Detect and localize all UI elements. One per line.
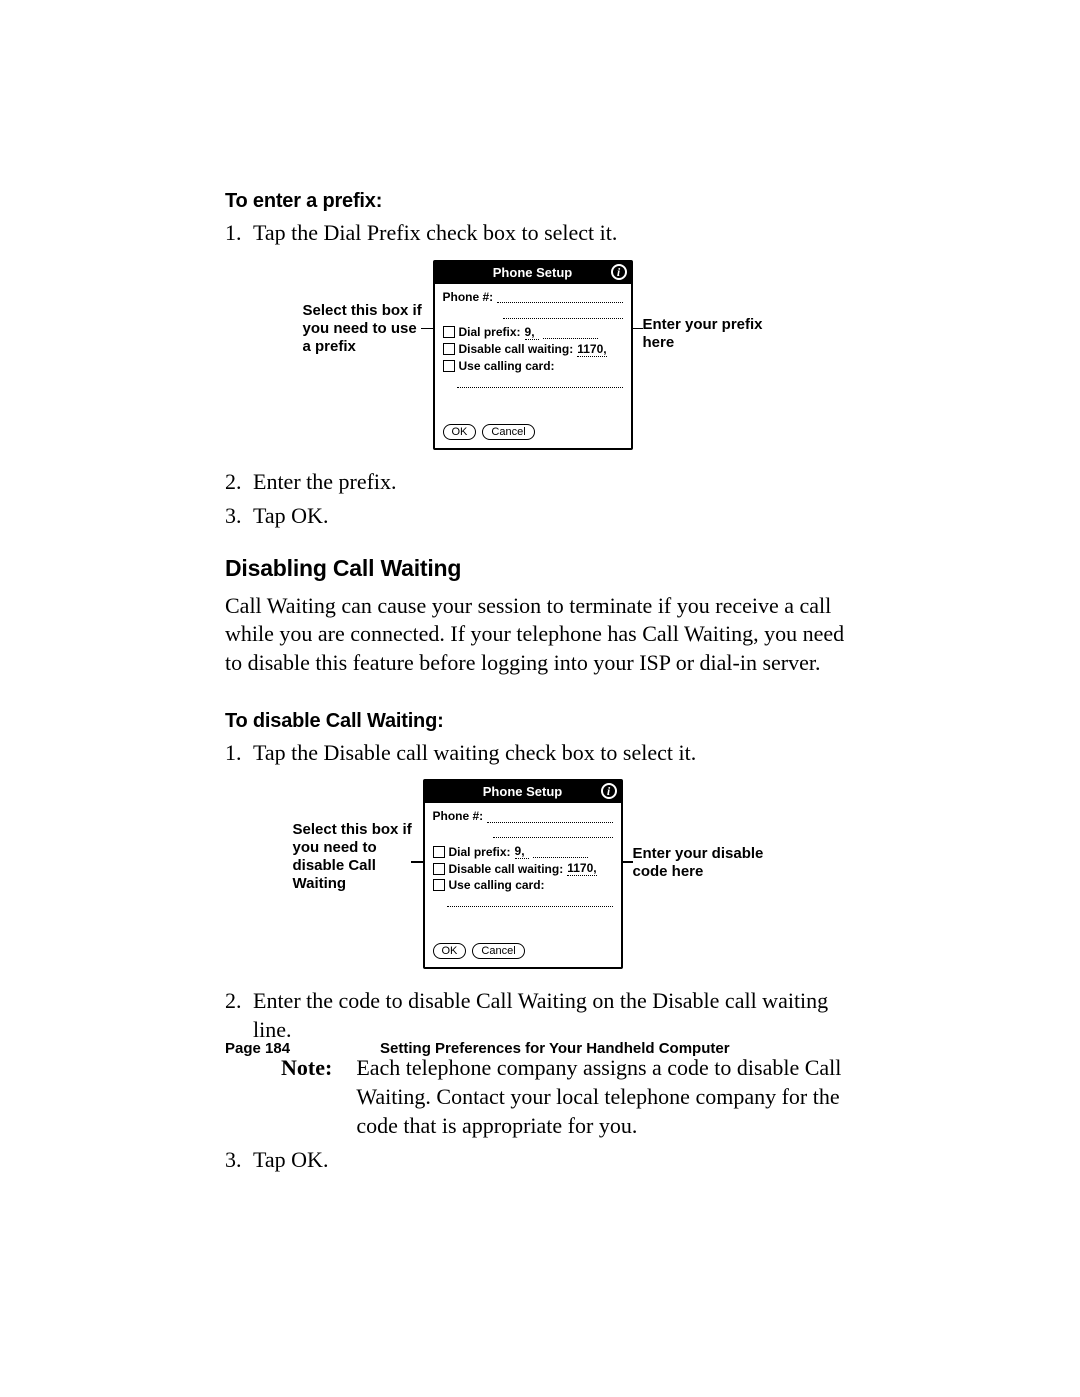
note-body: Each telephone company assigns a code to… bbox=[356, 1054, 860, 1140]
disable-call-waiting-checkbox[interactable] bbox=[443, 343, 455, 355]
dial-prefix-value[interactable]: 9, bbox=[525, 325, 539, 340]
disable-steps-list: 1.Tap the Disable call waiting check box… bbox=[225, 739, 860, 768]
dialog-body: Phone #: Dial prefix: 9, Disable call wa… bbox=[425, 803, 621, 907]
step-item: 3.Tap OK. bbox=[225, 1146, 860, 1175]
use-calling-card-checkbox[interactable] bbox=[433, 879, 445, 891]
phone-number-field[interactable] bbox=[487, 810, 612, 823]
note-label: Note: bbox=[281, 1054, 332, 1140]
calling-card-field[interactable] bbox=[457, 375, 623, 388]
step-text: Tap OK. bbox=[253, 1147, 328, 1172]
callout-left: Select this box if you need to use a pre… bbox=[303, 302, 423, 356]
figure-2: Select this box if you need to disable C… bbox=[225, 779, 860, 969]
dial-prefix-checkbox[interactable] bbox=[433, 846, 445, 858]
disable-call-waiting-value[interactable]: 1170, bbox=[577, 342, 606, 357]
step-text: Tap the Disable call waiting check box t… bbox=[253, 740, 696, 765]
step-text: Enter the code to disable Call Waiting o… bbox=[253, 988, 828, 1042]
dial-prefix-value[interactable]: 9, bbox=[515, 844, 529, 859]
prefix-steps-list-cont: 2.Enter the prefix. 3.Tap OK. bbox=[225, 468, 860, 531]
dialog-body: Phone #: Dial prefix: 9, Disable call wa… bbox=[435, 284, 631, 388]
step-text: Tap OK. bbox=[253, 503, 328, 528]
callout-left: Select this box if you need to disable C… bbox=[293, 821, 413, 893]
prefix-steps-list: 1.Tap the Dial Prefix check box to selec… bbox=[225, 219, 860, 248]
ok-button[interactable]: OK bbox=[443, 424, 477, 440]
use-calling-card-label: Use calling card: bbox=[459, 359, 555, 373]
dial-prefix-checkbox[interactable] bbox=[443, 326, 455, 338]
cancel-button[interactable]: Cancel bbox=[472, 943, 524, 959]
step-item: 3.Tap OK. bbox=[225, 502, 860, 531]
call-waiting-intro: Call Waiting can cause your session to t… bbox=[225, 592, 860, 678]
disable-steps-list-cont: 2.Enter the code to disable Call Waiting… bbox=[225, 987, 860, 1175]
phone-setup-dialog: Phone Setup i Phone #: Dial prefix: 9, bbox=[423, 779, 623, 969]
dialog-title: Phone Setup bbox=[493, 265, 572, 280]
info-icon[interactable]: i bbox=[611, 264, 627, 280]
heading-disabling-call-waiting: Disabling Call Waiting bbox=[225, 555, 860, 582]
phone-number-label: Phone #: bbox=[443, 290, 494, 304]
ok-button[interactable]: OK bbox=[433, 943, 467, 959]
phone-number-label: Phone #: bbox=[433, 809, 484, 823]
callout-right: Enter your prefix here bbox=[643, 316, 783, 352]
phone-number-field-2[interactable] bbox=[503, 306, 623, 319]
phone-setup-dialog: Phone Setup i Phone #: Dial prefix: 9, bbox=[433, 260, 633, 450]
dial-prefix-label: Dial prefix: bbox=[449, 845, 511, 859]
calling-card-field[interactable] bbox=[447, 894, 613, 907]
step-item: 2.Enter the prefix. bbox=[225, 468, 860, 497]
disable-call-waiting-label: Disable call waiting: bbox=[449, 862, 564, 876]
step-item: 1.Tap the Dial Prefix check box to selec… bbox=[225, 219, 860, 248]
dial-prefix-field[interactable] bbox=[543, 326, 598, 339]
heading-to-disable: To disable Call Waiting: bbox=[225, 710, 860, 733]
chapter-title: Setting Preferences for Your Handheld Co… bbox=[380, 1040, 730, 1057]
disable-call-waiting-value[interactable]: 1170, bbox=[567, 861, 596, 876]
phone-number-field[interactable] bbox=[497, 290, 622, 303]
step-item: 2.Enter the code to disable Call Waiting… bbox=[225, 987, 860, 1140]
page: To enter a prefix: 1.Tap the Dial Prefix… bbox=[0, 0, 1080, 1397]
page-number: Page 184 bbox=[225, 1040, 290, 1057]
disable-call-waiting-label: Disable call waiting: bbox=[459, 342, 574, 356]
page-footer: Page 184 Setting Preferences for Your Ha… bbox=[225, 1040, 860, 1057]
callout-right: Enter your disable code here bbox=[633, 845, 773, 881]
disable-call-waiting-checkbox[interactable] bbox=[433, 863, 445, 875]
dial-prefix-label: Dial prefix: bbox=[459, 325, 521, 339]
step-item: 1.Tap the Disable call waiting check box… bbox=[225, 739, 860, 768]
figure-1: Select this box if you need to use a pre… bbox=[225, 260, 860, 450]
dialog-title: Phone Setup bbox=[483, 784, 562, 799]
dialog-title-bar: Phone Setup i bbox=[435, 262, 631, 284]
heading-to-enter-prefix: To enter a prefix: bbox=[225, 190, 860, 213]
use-calling-card-checkbox[interactable] bbox=[443, 360, 455, 372]
phone-number-field-2[interactable] bbox=[493, 825, 613, 838]
step-text: Enter the prefix. bbox=[253, 469, 397, 494]
note: Note: Each telephone company assigns a c… bbox=[253, 1054, 860, 1140]
use-calling-card-label: Use calling card: bbox=[449, 878, 545, 892]
dialog-title-bar: Phone Setup i bbox=[425, 781, 621, 803]
info-icon[interactable]: i bbox=[601, 783, 617, 799]
cancel-button[interactable]: Cancel bbox=[482, 424, 534, 440]
step-text: Tap the Dial Prefix check box to select … bbox=[253, 220, 617, 245]
dial-prefix-field[interactable] bbox=[533, 845, 588, 858]
